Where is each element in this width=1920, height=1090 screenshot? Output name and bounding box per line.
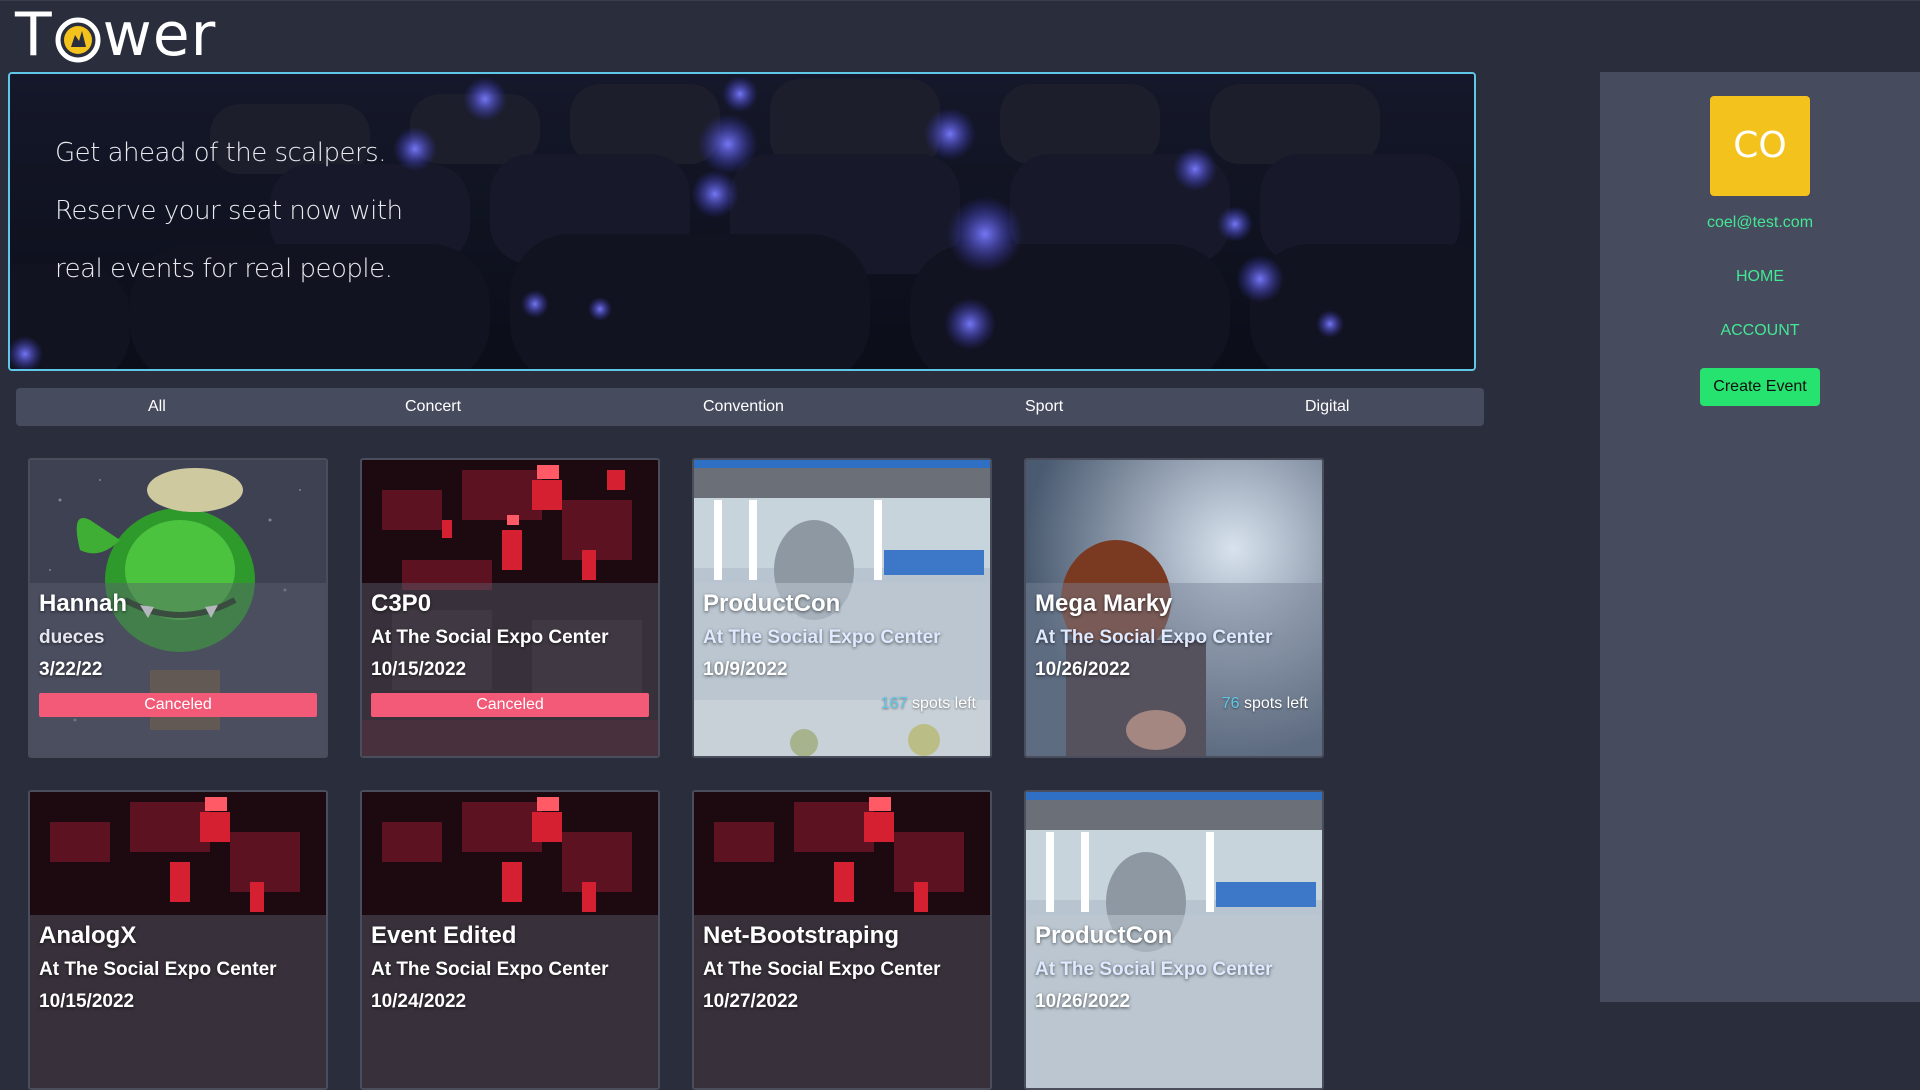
filter-tab-sport[interactable]: Sport bbox=[1025, 388, 1063, 426]
hero-banner: Get ahead of the scalpers. Reserve your … bbox=[8, 72, 1476, 371]
event-title: ProductCon bbox=[1035, 922, 1173, 949]
spots-left: 76 spots left bbox=[1222, 695, 1308, 713]
event-date: 10/15/2022 bbox=[371, 659, 467, 680]
event-date: 10/24/2022 bbox=[371, 991, 467, 1012]
event-location: At The Social Expo Center bbox=[1035, 627, 1273, 648]
spots-count: 76 bbox=[1221, 695, 1240, 712]
logo-letters-rest: wer bbox=[102, 0, 217, 70]
spots-suffix: spots left bbox=[911, 695, 976, 712]
event-date: 3/22/22 bbox=[39, 659, 103, 680]
event-card[interactable]: Net-Bootstraping At The Social Expo Cent… bbox=[692, 790, 992, 1090]
event-location: At The Social Expo Center bbox=[1035, 959, 1273, 980]
event-card[interactable]: AnalogX At The Social Expo Center 10/15/… bbox=[28, 790, 328, 1090]
event-location: At The Social Expo Center bbox=[703, 959, 941, 980]
event-title: Mega Marky bbox=[1035, 590, 1173, 617]
navbar: T wer bbox=[0, 0, 1920, 72]
nav-link-account[interactable]: ACCOUNT bbox=[1600, 322, 1920, 340]
main-content: Get ahead of the scalpers. Reserve your … bbox=[0, 72, 1600, 1090]
event-title: Hannah bbox=[39, 590, 128, 617]
hero-line-1: Get ahead of the scalpers. bbox=[55, 138, 386, 168]
event-date: 10/26/2022 bbox=[1035, 991, 1131, 1012]
event-date: 10/26/2022 bbox=[1035, 659, 1131, 680]
event-card[interactable]: Hannah dueces 3/22/22 Canceled bbox=[28, 458, 328, 758]
filter-tab-all[interactable]: All bbox=[148, 388, 166, 426]
spots-left: 167 spots left bbox=[881, 695, 976, 713]
spots-count: 167 bbox=[880, 695, 908, 712]
event-title: C3P0 bbox=[371, 590, 432, 617]
account-sidebar: CO coel@test.com HOME ACCOUNT Create Eve… bbox=[1600, 72, 1920, 1002]
event-card[interactable]: C3P0 At The Social Expo Center 10/15/202… bbox=[360, 458, 660, 758]
category-filter-bar: All Concert Convention Sport Digital bbox=[16, 388, 1484, 426]
tower-logo[interactable]: T wer bbox=[15, 0, 217, 70]
event-card[interactable]: Mega Marky At The Social Expo Center 10/… bbox=[1024, 458, 1324, 758]
avatar[interactable]: CO bbox=[1710, 96, 1810, 196]
nav-link-home[interactable]: HOME bbox=[1600, 268, 1920, 286]
event-date: 10/9/2022 bbox=[703, 659, 788, 680]
create-event-button[interactable]: Create Event bbox=[1700, 368, 1820, 406]
canceled-badge: Canceled bbox=[371, 693, 649, 717]
hero-line-3: real events for real people. bbox=[55, 254, 393, 284]
logo-o-icon bbox=[55, 17, 101, 63]
logo-letter-t: T bbox=[15, 0, 53, 70]
event-location: At The Social Expo Center bbox=[371, 627, 609, 648]
event-title: ProductCon bbox=[703, 590, 841, 617]
event-card[interactable]: Event Edited At The Social Expo Center 1… bbox=[360, 790, 660, 1090]
hero-tagline: Get ahead of the scalpers. Reserve your … bbox=[55, 124, 403, 298]
filter-tab-convention[interactable]: Convention bbox=[703, 388, 784, 426]
filter-tab-concert[interactable]: Concert bbox=[405, 388, 461, 426]
event-title: Event Edited bbox=[371, 922, 517, 949]
event-date: 10/27/2022 bbox=[703, 991, 799, 1012]
event-location: At The Social Expo Center bbox=[703, 627, 941, 648]
event-title: AnalogX bbox=[39, 922, 137, 949]
event-card[interactable]: ProductCon At The Social Expo Center 10/… bbox=[1024, 790, 1324, 1090]
user-email: coel@test.com bbox=[1706, 214, 1814, 231]
event-location: dueces bbox=[39, 627, 105, 648]
event-location: At The Social Expo Center bbox=[371, 959, 609, 980]
filter-tab-digital[interactable]: Digital bbox=[1305, 388, 1349, 426]
event-card[interactable]: ProductCon At The Social Expo Center 10/… bbox=[692, 458, 992, 758]
hero-line-2: Reserve your seat now with bbox=[55, 196, 403, 226]
event-date: 10/15/2022 bbox=[39, 991, 135, 1012]
event-location: At The Social Expo Center bbox=[39, 959, 277, 980]
spots-suffix: spots left bbox=[1243, 695, 1308, 712]
event-title: Net-Bootstraping bbox=[703, 922, 899, 949]
canceled-badge: Canceled bbox=[39, 693, 317, 717]
